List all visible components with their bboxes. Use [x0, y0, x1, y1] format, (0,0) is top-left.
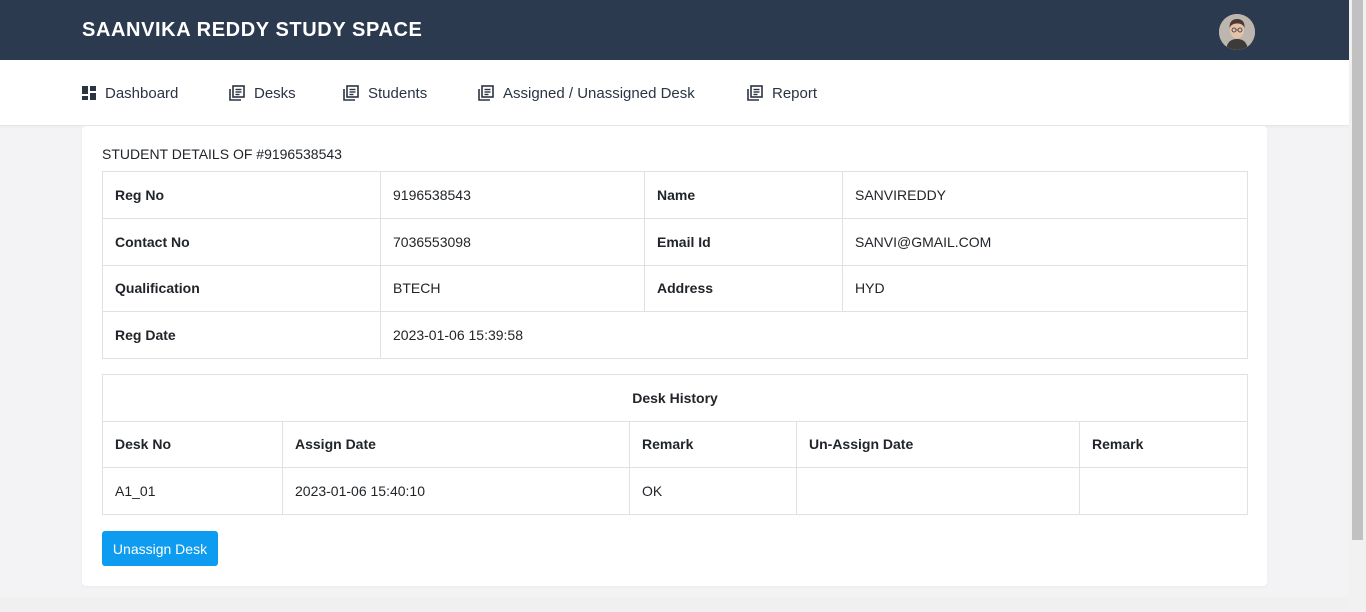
table-cell	[1078, 467, 1249, 515]
column-header: Remark	[629, 420, 797, 469]
scrollbar-thumb[interactable]	[1352, 0, 1363, 540]
table-row: Qualification BTECH Address HYD	[102, 264, 1248, 313]
nav-dashboard[interactable]: Dashboard	[82, 60, 178, 126]
table-row: Reg No 9196538543 Name SANVIREDDY	[102, 171, 1248, 219]
table-cell: A1_01	[102, 467, 283, 515]
table-header-row: Desk No Assign Date Remark Un-Assign Dat…	[102, 420, 1249, 469]
list-icon	[343, 85, 359, 101]
table-cell: 2023-01-06 15:40:10	[282, 467, 630, 515]
qualification-value: BTECH	[380, 264, 645, 313]
nav-report[interactable]: Report	[747, 60, 817, 126]
list-icon	[478, 85, 494, 101]
page-title: STUDENT DETAILS OF #9196538543	[102, 146, 342, 162]
qualification-label: Qualification	[102, 264, 381, 313]
list-icon	[747, 85, 763, 101]
list-icon	[229, 85, 245, 101]
email-value: SANVI@GMAIL.COM	[842, 217, 1248, 266]
desk-history-table: Desk History Desk No Assign Date Remark …	[101, 374, 1249, 515]
name-label: Name	[644, 171, 843, 219]
address-value: HYD	[842, 264, 1248, 313]
table-row: Contact No 7036553098 Email Id SANVI@GMA…	[102, 217, 1248, 266]
name-value: SANVIREDDY	[842, 171, 1248, 219]
desk-history-caption: Desk History	[101, 374, 1249, 422]
email-label: Email Id	[644, 217, 843, 266]
user-avatar[interactable]	[1219, 14, 1255, 50]
table-row: A1_01 2023-01-06 15:40:10 OK	[102, 467, 1249, 515]
address-label: Address	[644, 264, 843, 313]
reg-date-label: Reg Date	[102, 311, 381, 359]
nav-students-label: Students	[368, 84, 428, 102]
contact-value: 7036553098	[380, 217, 645, 266]
nav-report-label: Report	[772, 84, 818, 102]
reg-no-value: 9196538543	[380, 171, 645, 219]
nav-desks-label: Desks	[254, 84, 296, 102]
nav-students[interactable]: Students	[343, 60, 427, 126]
contact-label: Contact No	[102, 217, 381, 266]
nav-desks[interactable]: Desks	[229, 60, 296, 126]
page-footer-strip	[0, 597, 1349, 612]
table-caption-row: Desk History	[101, 374, 1249, 422]
table-cell	[796, 467, 1080, 515]
column-header: Assign Date	[282, 420, 630, 469]
brand-title[interactable]: SAANVIKA REDDY STUDY SPACE	[82, 19, 422, 42]
column-header: Un-Assign Date	[796, 420, 1080, 469]
nav-assigned-unassigned[interactable]: Assigned / Unassigned Desk	[478, 60, 695, 126]
nav-dashboard-label: Dashboard	[105, 84, 179, 102]
nav-assigned-unassigned-label: Assigned / Unassigned Desk	[503, 84, 695, 102]
column-header: Remark	[1078, 420, 1249, 469]
reg-date-value: 2023-01-06 15:39:58	[380, 311, 1248, 359]
column-header: Desk No	[102, 420, 283, 469]
table-row: Reg Date 2023-01-06 15:39:58	[102, 311, 1248, 359]
top-header-bar: SAANVIKA REDDY STUDY SPACE	[0, 0, 1349, 60]
main-nav: Dashboard Desks Students Assigned / Unas…	[0, 60, 1349, 126]
table-cell: OK	[629, 467, 797, 515]
unassign-desk-button[interactable]: Unassign Desk	[102, 531, 218, 566]
reg-no-label: Reg No	[102, 171, 381, 219]
student-details-table: Reg No 9196538543 Name SANVIREDDY Contac…	[102, 171, 1248, 359]
avatar-icon	[1219, 14, 1255, 50]
dashboard-icon	[82, 86, 96, 100]
